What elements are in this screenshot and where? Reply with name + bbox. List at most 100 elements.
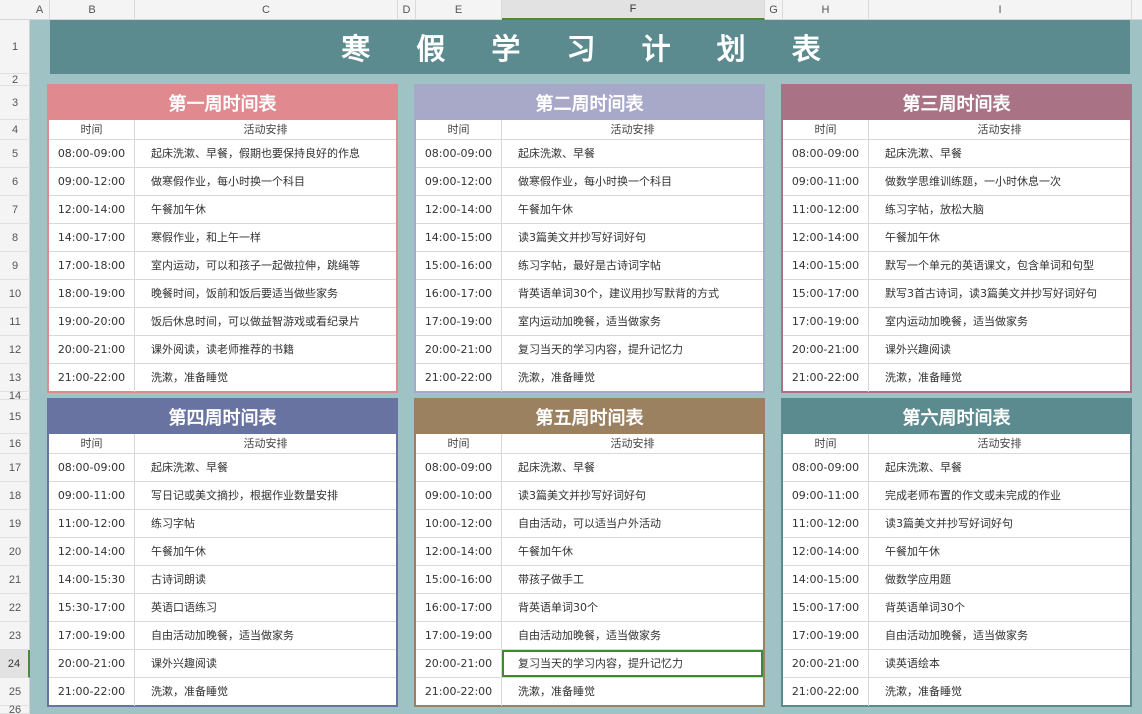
row-header-22[interactable]: 22 (0, 594, 30, 622)
activity-cell[interactable]: 默写一个单元的英语课文，包含单词和句型 (869, 252, 1130, 279)
activity-cell[interactable]: 饭后休息时间，可以做益智游戏或看纪录片 (135, 308, 396, 335)
row-header-7[interactable]: 7 (0, 196, 30, 224)
activity-cell[interactable]: 复习当天的学习内容，提升记忆力 (502, 336, 763, 363)
time-cell[interactable]: 15:00-16:00 (416, 566, 502, 593)
activity-cell[interactable]: 起床洗漱、早餐 (502, 140, 763, 167)
row-header-16[interactable]: 16 (0, 434, 30, 454)
activity-cell[interactable]: 洗漱，准备睡觉 (502, 678, 763, 706)
activity-cell[interactable]: 午餐加午休 (869, 538, 1130, 565)
fill-handle[interactable] (761, 675, 763, 677)
activity-cell[interactable]: 起床洗漱、早餐 (135, 454, 396, 481)
activity-cell[interactable]: 背英语单词30个 (869, 594, 1130, 621)
activity-cell[interactable]: 寒假作业，和上午一样 (135, 224, 396, 251)
row-header-12[interactable]: 12 (0, 336, 30, 364)
activity-cell[interactable]: 背英语单词30个，建议用抄写默背的方式 (502, 280, 763, 307)
activity-cell[interactable]: 午餐加午休 (135, 538, 396, 565)
row-header-10[interactable]: 10 (0, 280, 30, 308)
column-header-c[interactable]: C (135, 0, 398, 20)
column-header-g[interactable]: G (765, 0, 783, 20)
activity-cell[interactable]: 带孩子做手工 (502, 566, 763, 593)
time-cell[interactable]: 15:00-16:00 (416, 252, 502, 279)
time-cell[interactable]: 21:00-22:00 (783, 678, 869, 706)
time-column-header[interactable]: 时间 (783, 120, 869, 139)
time-cell[interactable]: 12:00-14:00 (783, 224, 869, 251)
time-cell[interactable]: 11:00-12:00 (783, 510, 869, 537)
activity-cell[interactable]: 室内运动，可以和孩子一起做拉伸，跳绳等 (135, 252, 396, 279)
activity-cell[interactable]: 洗漱，准备睡觉 (502, 364, 763, 392)
time-column-header[interactable]: 时间 (416, 434, 502, 453)
column-header-h[interactable]: H (783, 0, 869, 20)
time-cell[interactable]: 15:00-17:00 (783, 594, 869, 621)
time-cell[interactable]: 08:00-09:00 (49, 454, 135, 481)
time-cell[interactable]: 12:00-14:00 (49, 196, 135, 223)
column-header-f[interactable]: F (502, 0, 765, 20)
time-cell[interactable]: 17:00-19:00 (783, 308, 869, 335)
activity-cell[interactable]: 洗漱，准备睡觉 (135, 364, 396, 392)
activity-cell[interactable]: 起床洗漱、早餐 (869, 140, 1130, 167)
activity-cell[interactable]: 洗漱，准备睡觉 (869, 678, 1130, 706)
activity-cell[interactable]: 起床洗漱、早餐 (869, 454, 1130, 481)
week-2-title[interactable]: 第二周时间表 (416, 86, 763, 120)
activity-column-header[interactable]: 活动安排 (135, 434, 396, 453)
activity-cell[interactable]: 室内运动加晚餐，适当做家务 (502, 308, 763, 335)
time-cell[interactable]: 20:00-21:00 (416, 336, 502, 363)
activity-cell[interactable]: 午餐加午休 (135, 196, 396, 223)
time-column-header[interactable]: 时间 (783, 434, 869, 453)
time-cell[interactable]: 08:00-09:00 (783, 454, 869, 481)
activity-cell[interactable]: 课外兴趣阅读 (135, 650, 396, 677)
row-header-5[interactable]: 5 (0, 140, 30, 168)
time-cell[interactable]: 09:00-10:00 (416, 482, 502, 509)
activity-column-header[interactable]: 活动安排 (502, 120, 763, 139)
row-header-2[interactable]: 2 (0, 74, 30, 86)
time-cell[interactable]: 17:00-18:00 (49, 252, 135, 279)
activity-column-header[interactable]: 活动安排 (869, 434, 1130, 453)
activity-column-header[interactable]: 活动安排 (869, 120, 1130, 139)
activity-cell[interactable]: 自由活动加晚餐，适当做家务 (502, 622, 763, 649)
time-cell[interactable]: 21:00-22:00 (49, 678, 135, 706)
column-header-b[interactable]: B (50, 0, 135, 20)
time-column-header[interactable]: 时间 (49, 434, 135, 453)
time-cell[interactable]: 12:00-14:00 (49, 538, 135, 565)
activity-cell[interactable]: 课外兴趣阅读 (869, 336, 1130, 363)
activity-cell[interactable]: 洗漱，准备睡觉 (135, 678, 396, 706)
activity-cell[interactable]: 课外阅读，读老师推荐的书籍 (135, 336, 396, 363)
activity-cell[interactable]: 读3篇美文并抄写好词好句 (502, 224, 763, 251)
activity-cell[interactable]: 晚餐时间，饭前和饭后要适当做些家务 (135, 280, 396, 307)
activity-cell[interactable]: 做数学应用题 (869, 566, 1130, 593)
time-cell[interactable]: 09:00-12:00 (49, 168, 135, 195)
time-cell[interactable]: 17:00-19:00 (783, 622, 869, 649)
row-header-18[interactable]: 18 (0, 482, 30, 510)
time-cell[interactable]: 12:00-14:00 (416, 538, 502, 565)
row-header-21[interactable]: 21 (0, 566, 30, 594)
time-cell[interactable]: 21:00-22:00 (416, 678, 502, 706)
row-header-8[interactable]: 8 (0, 224, 30, 252)
activity-cell[interactable]: 读英语绘本 (869, 650, 1130, 677)
time-cell[interactable]: 17:00-19:00 (416, 622, 502, 649)
activity-cell[interactable]: 背英语单词30个 (502, 594, 763, 621)
activity-column-header[interactable]: 活动安排 (135, 120, 396, 139)
time-cell[interactable]: 21:00-22:00 (416, 364, 502, 392)
time-cell[interactable]: 20:00-21:00 (416, 650, 502, 677)
time-cell[interactable]: 14:00-15:00 (783, 252, 869, 279)
activity-cell[interactable]: 午餐加午休 (869, 224, 1130, 251)
time-cell[interactable]: 21:00-22:00 (49, 364, 135, 392)
time-cell[interactable]: 21:00-22:00 (783, 364, 869, 392)
row-header-20[interactable]: 20 (0, 538, 30, 566)
activity-cell[interactable]: 自由活动加晚餐，适当做家务 (135, 622, 396, 649)
time-cell[interactable]: 14:00-15:00 (416, 224, 502, 251)
row-header-14[interactable]: 14 (0, 390, 30, 402)
time-cell[interactable]: 14:00-17:00 (49, 224, 135, 251)
row-header-6[interactable]: 6 (0, 168, 30, 196)
time-column-header[interactable]: 时间 (49, 120, 135, 139)
time-cell[interactable]: 20:00-21:00 (783, 336, 869, 363)
row-header-25[interactable]: 25 (0, 678, 30, 706)
time-cell[interactable]: 09:00-12:00 (416, 168, 502, 195)
row-header-4[interactable]: 4 (0, 120, 30, 140)
activity-cell[interactable]: 午餐加午休 (502, 538, 763, 565)
row-header-13[interactable]: 13 (0, 364, 30, 392)
activity-cell[interactable]: 起床洗漱、早餐 (502, 454, 763, 481)
activity-cell[interactable]: 英语口语练习 (135, 594, 396, 621)
activity-cell[interactable]: 默写3首古诗词，读3篇美文并抄写好词好句 (869, 280, 1130, 307)
time-cell[interactable]: 15:30-17:00 (49, 594, 135, 621)
time-column-header[interactable]: 时间 (416, 120, 502, 139)
